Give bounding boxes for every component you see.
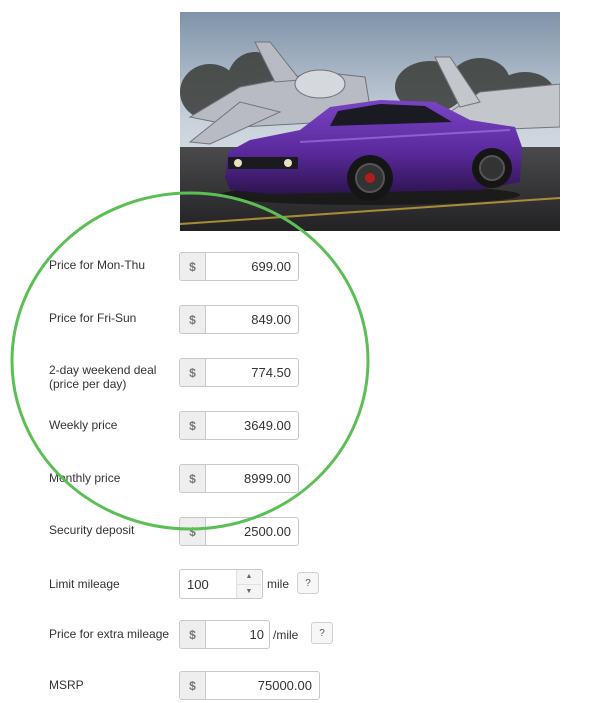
dollar-icon: $ — [180, 621, 206, 648]
limit-mileage-group: ▲ ▼ — [179, 569, 263, 599]
weekly-price-input[interactable] — [206, 412, 298, 439]
label-price-mon-thu: Price for Mon-Thu — [49, 258, 146, 272]
label-extra-mileage: Price for extra mileage — [49, 627, 170, 641]
dollar-icon: $ — [180, 253, 206, 280]
label-weekend-deal: 2-day weekend deal (price per day) — [49, 363, 157, 391]
price-mon-thu-group: $ — [179, 252, 299, 281]
mileage-unit: mile — [267, 577, 290, 591]
dollar-icon: $ — [180, 465, 206, 492]
monthly-price-input[interactable] — [206, 465, 298, 492]
dollar-icon: $ — [180, 306, 206, 333]
dollar-icon: $ — [180, 518, 206, 545]
weekly-price-group: $ — [179, 411, 299, 440]
weekend-deal-input[interactable] — [206, 359, 298, 386]
msrp-input[interactable] — [206, 672, 319, 699]
security-deposit-group: $ — [179, 517, 299, 546]
dollar-icon: $ — [180, 412, 206, 439]
msrp-group: $ — [179, 671, 320, 700]
spinner-up-icon[interactable]: ▲ — [237, 570, 261, 584]
price-fri-sun-group: $ — [179, 305, 299, 334]
dollar-icon: $ — [180, 672, 206, 699]
spinner-down-icon[interactable]: ▼ — [237, 583, 261, 598]
label-msrp: MSRP — [49, 678, 84, 692]
weekend-deal-group: $ — [179, 358, 299, 387]
price-fri-sun-input[interactable] — [206, 306, 298, 333]
label-weekly-price: Weekly price — [49, 418, 118, 432]
extra-mileage-group: $ — [179, 620, 270, 649]
mileage-spinner: ▲ ▼ — [236, 570, 261, 598]
extra-mileage-unit: /mile — [273, 628, 299, 642]
mileage-help-button[interactable]: ? — [297, 572, 319, 594]
extra-mileage-help-button[interactable]: ? — [311, 622, 333, 644]
label-security-deposit: Security deposit — [49, 523, 135, 537]
dollar-icon: $ — [180, 359, 206, 386]
label-limit-mileage: Limit mileage — [49, 577, 120, 591]
label-price-fri-sun: Price for Fri-Sun — [49, 311, 137, 325]
security-deposit-input[interactable] — [206, 518, 298, 545]
price-mon-thu-input[interactable] — [206, 253, 298, 280]
label-monthly-price: Monthly price — [49, 471, 121, 485]
car-photo — [180, 12, 560, 231]
monthly-price-group: $ — [179, 464, 299, 493]
limit-mileage-input[interactable] — [180, 570, 236, 598]
extra-mileage-input[interactable] — [206, 621, 269, 648]
